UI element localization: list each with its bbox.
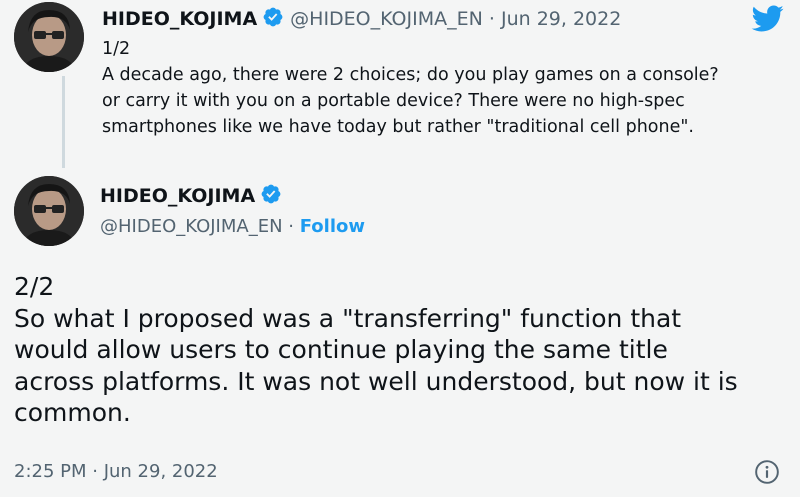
separator: · [288,216,294,237]
text-line: common. [14,398,131,427]
text-line: or carry it with you on a portable devic… [102,91,685,111]
avatar[interactable] [14,2,84,72]
display-name[interactable]: HIDEO_KOJIMA [102,8,257,30]
text-line: 2/2 [14,272,55,301]
handle[interactable]: @HIDEO_KOJIMA_EN [290,8,483,30]
text-line: A decade ago, there were 2 choices; do y… [102,65,719,85]
text-line: So what I proposed was a "transferring" … [14,303,682,333]
display-name[interactable]: HIDEO_KOJIMA [100,185,255,207]
thread-line [62,76,65,168]
text-line: smartphones like we have today but rathe… [102,117,694,137]
main-handle-row: @HIDEO_KOJIMA_EN · Follow [100,214,365,240]
handle[interactable]: @HIDEO_KOJIMA_EN [100,216,283,237]
tweet-text: 1/2 A decade ago, there were 2 choices; … [102,36,792,140]
text-line: 1/2 [102,39,131,59]
parent-tweet[interactable]: HIDEO_KOJIMA @HIDEO_KOJIMA_EN · Jun 29, 2… [14,0,800,170]
separator: · [488,8,495,30]
main-author-name-row: HIDEO_KOJIMA [100,183,288,209]
main-tweet-text: 2/2 So what I proposed was a "transferri… [14,271,774,429]
verified-badge-icon [261,184,281,204]
avatar[interactable] [14,176,84,246]
text-line: would allow users to continue playing th… [14,335,668,364]
tweet-time[interactable]: 2:25 PM [14,461,87,482]
verified-badge-icon [263,7,283,27]
tweet-date[interactable]: Jun 29, 2022 [501,8,621,30]
tweet-header: HIDEO_KOJIMA @HIDEO_KOJIMA_EN · Jun 29, 2… [102,6,621,32]
follow-button[interactable]: Follow [300,216,365,237]
info-icon[interactable] [754,459,780,485]
text-line: across platforms. It was not well unders… [14,366,738,396]
tweet-date[interactable]: Jun 29, 2022 [104,461,218,482]
tweet-timestamp[interactable]: 2:25 PM · Jun 29, 2022 [14,459,218,485]
